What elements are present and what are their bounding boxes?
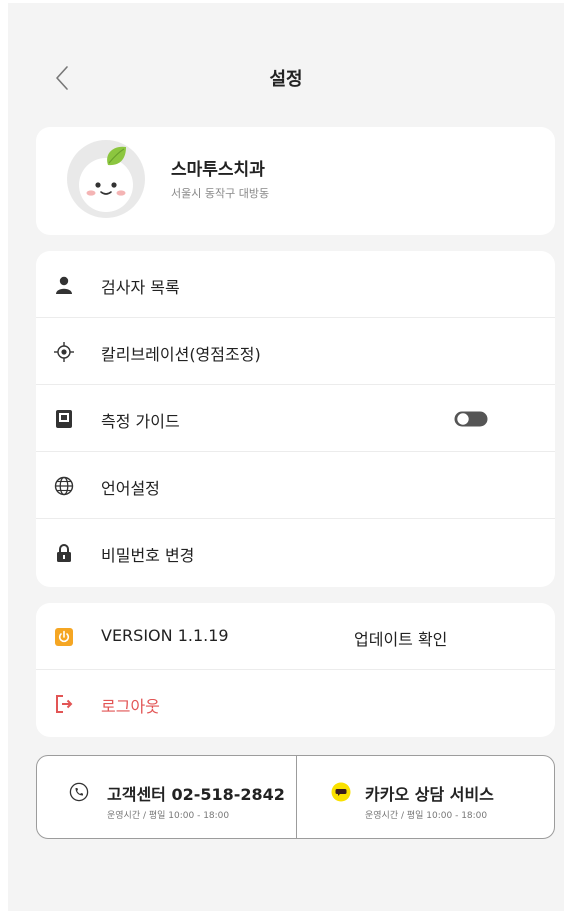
update-check-button[interactable]: 업데이트 확인 — [354, 626, 447, 650]
kakao-talk-icon — [331, 782, 351, 802]
crosshair-icon — [54, 342, 74, 362]
version-card: VERSION 1.1.19 업데이트 확인 로그아웃 — [36, 603, 555, 737]
profile-card: 스마투스치과 서울시 동작구 대방동 — [36, 127, 555, 235]
menu-label-language: 언어설정 — [101, 479, 160, 498]
customer-center-button[interactable]: 고객센터 02-518-2842 운영시간 / 평일 10:00 - 18:00 — [37, 756, 296, 838]
menu-label-examiner-list: 검사자 목록 — [101, 278, 180, 297]
logout-icon — [56, 695, 73, 713]
contact-box: 고객센터 02-518-2842 운영시간 / 평일 10:00 - 18:00… — [36, 755, 555, 839]
menu-label-change-password: 비밀번호 변경 — [101, 546, 195, 565]
logout-button[interactable]: 로그아웃 — [36, 670, 555, 737]
menu-item-language[interactable]: 언어설정 — [36, 452, 555, 519]
power-icon — [55, 628, 73, 646]
person-icon — [56, 276, 72, 294]
kakao-consult-title: 카카오 상담 서비스 — [365, 785, 494, 804]
page-title: 설정 — [269, 69, 303, 90]
header: 설정 — [8, 51, 564, 107]
menu-item-change-password[interactable]: 비밀번호 변경 — [36, 519, 555, 586]
menu-item-calibration[interactable]: 칼리브레이션(영점조정) — [36, 318, 555, 385]
menu-item-examiner-list[interactable]: 검사자 목록 — [36, 251, 555, 318]
lock-icon — [57, 544, 71, 562]
measurement-guide-toggle[interactable] — [454, 411, 488, 427]
globe-icon — [54, 476, 74, 496]
menu-item-measurement-guide[interactable]: 측정 가이드 — [36, 385, 555, 452]
settings-screen: 설정 스마투스치과 서울시 동작구 대방동 검사자 목록 칼리브레이션(영점조정… — [8, 3, 564, 911]
guide-book-icon — [56, 410, 72, 428]
menu-label-calibration: 칼리브레이션(영점조정) — [101, 345, 261, 364]
kakao-consult-hours: 운영시간 / 평일 10:00 - 18:00 — [365, 811, 488, 821]
logout-label: 로그아웃 — [101, 697, 160, 716]
menu-label-measurement-guide: 측정 가이드 — [101, 412, 180, 431]
customer-center-hours: 운영시간 / 평일 10:00 - 18:00 — [107, 811, 230, 821]
customer-center-title: 고객센터 02-518-2842 — [107, 785, 285, 804]
menu-card: 검사자 목록 칼리브레이션(영점조정) 측정 가이드 언어설정 비밀번호 변경 — [36, 251, 555, 587]
kakao-consult-button[interactable]: 카카오 상담 서비스 운영시간 / 평일 10:00 - 18:00 — [297, 756, 556, 838]
version-row: VERSION 1.1.19 업데이트 확인 — [36, 603, 555, 670]
clinic-name: 스마투스치과 — [171, 160, 265, 180]
mascot-avatar — [66, 139, 146, 219]
phone-icon — [69, 782, 89, 802]
clinic-address: 서울시 동작구 대방동 — [171, 187, 270, 200]
version-label: VERSION 1.1.19 — [101, 626, 229, 645]
